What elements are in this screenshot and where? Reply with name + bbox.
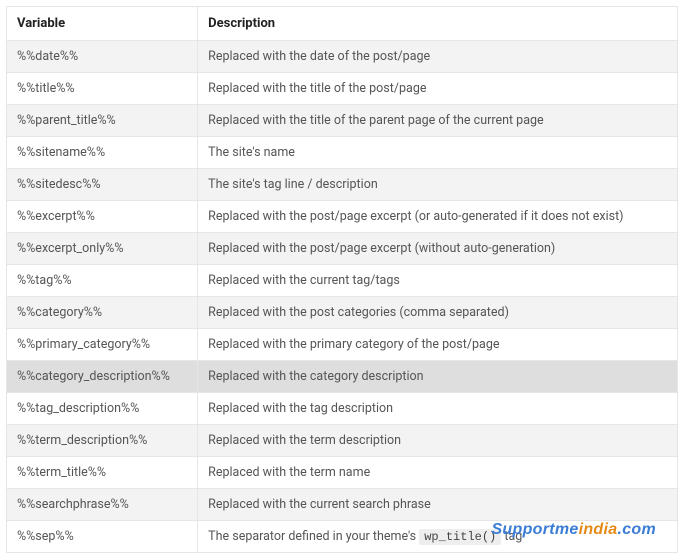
table-header-row: Variable Description — [7, 7, 678, 41]
cell-description: Replaced with the current tag/tags — [198, 265, 678, 297]
table-row: %%sitedesc%%The site's tag line / descri… — [7, 169, 678, 201]
cell-variable: %%tag%% — [7, 265, 198, 297]
header-variable: Variable — [7, 7, 198, 41]
table-row: %%tag_description%%Replaced with the tag… — [7, 393, 678, 425]
cell-description: Replaced with the tag description — [198, 393, 678, 425]
cell-description: The separator defined in your theme's wp… — [198, 521, 678, 553]
cell-description: Replaced with the primary category of th… — [198, 329, 678, 361]
cell-description: Replaced with the date of the post/page — [198, 41, 678, 73]
cell-description: Replaced with the post categories (comma… — [198, 297, 678, 329]
table-row: %%excerpt%%Replaced with the post/page e… — [7, 201, 678, 233]
table-body: %%date%%Replaced with the date of the po… — [7, 41, 678, 553]
table-row: %%parent_title%%Replaced with the title … — [7, 105, 678, 137]
cell-description: Replaced with the title of the parent pa… — [198, 105, 678, 137]
cell-description: The site's tag line / description — [198, 169, 678, 201]
table-row: %%primary_category%%Replaced with the pr… — [7, 329, 678, 361]
code-snippet: wp_title() — [419, 529, 501, 545]
cell-variable: %%category%% — [7, 297, 198, 329]
cell-variable: %%term_title%% — [7, 457, 198, 489]
cell-variable: %%term_description%% — [7, 425, 198, 457]
table-row: %%term_description%%Replaced with the te… — [7, 425, 678, 457]
table-row: %%searchphrase%%Replaced with the curren… — [7, 489, 678, 521]
table-row: %%excerpt_only%%Replaced with the post/p… — [7, 233, 678, 265]
cell-variable: %%sep%% — [7, 521, 198, 553]
cell-variable: %%parent_title%% — [7, 105, 198, 137]
cell-description: Replaced with the category description — [198, 361, 678, 393]
table-row: %%category_description%%Replaced with th… — [7, 361, 678, 393]
cell-variable: %%sitename%% — [7, 137, 198, 169]
cell-variable: %%title%% — [7, 73, 198, 105]
header-description: Description — [198, 7, 678, 41]
table-row: %%sitename%%The site's name — [7, 137, 678, 169]
cell-variable: %%excerpt%% — [7, 201, 198, 233]
cell-variable: %%tag_description%% — [7, 393, 198, 425]
cell-description: Replaced with the title of the post/page — [198, 73, 678, 105]
cell-description: Replaced with the post/page excerpt (or … — [198, 201, 678, 233]
table-row: %%tag%%Replaced with the current tag/tag… — [7, 265, 678, 297]
cell-variable: %%date%% — [7, 41, 198, 73]
table-row: %%title%%Replaced with the title of the … — [7, 73, 678, 105]
table-row: %%date%%Replaced with the date of the po… — [7, 41, 678, 73]
cell-description: The site's name — [198, 137, 678, 169]
cell-variable: %%excerpt_only%% — [7, 233, 198, 265]
table-row: %%category%%Replaced with the post categ… — [7, 297, 678, 329]
cell-description: Replaced with the current search phrase — [198, 489, 678, 521]
cell-description-suffix: tag — [501, 529, 522, 544]
cell-description: Replaced with the post/page excerpt (wit… — [198, 233, 678, 265]
cell-description: Replaced with the term description — [198, 425, 678, 457]
cell-variable: %%primary_category%% — [7, 329, 198, 361]
cell-variable: %%sitedesc%% — [7, 169, 198, 201]
page-container: Variable Description %%date%%Replaced wi… — [6, 6, 678, 553]
table-row: %%sep%%The separator defined in your the… — [7, 521, 678, 553]
cell-description-prefix: The separator defined in your theme's — [208, 529, 419, 544]
cell-variable: %%category_description%% — [7, 361, 198, 393]
table-row: %%term_title%%Replaced with the term nam… — [7, 457, 678, 489]
cell-variable: %%searchphrase%% — [7, 489, 198, 521]
variables-table: Variable Description %%date%%Replaced wi… — [6, 6, 678, 553]
cell-description: Replaced with the term name — [198, 457, 678, 489]
